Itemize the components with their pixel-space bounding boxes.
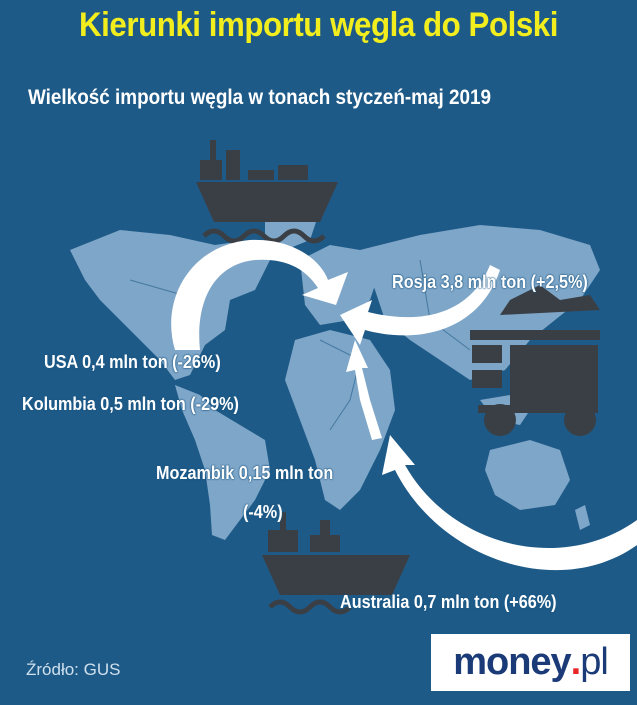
label-kolumbia: Kolumbia 0,5 mln ton (-29%) — [22, 394, 239, 414]
money-pl-logo: money. pl — [431, 634, 630, 691]
page-subtitle: Wielkość importu węgla w tonach styczeń-… — [28, 86, 492, 109]
label-rosja: Rosja 3,8 mln ton (+2,5%) — [392, 272, 588, 292]
logo-dot: . — [570, 641, 582, 683]
logo-tld: pl — [580, 641, 609, 683]
label-australia: Australia 0,7 mln ton (+66%) — [340, 592, 557, 612]
label-usa: USA 0,4 mln ton (-26%) — [44, 352, 221, 372]
logo-brand: money — [453, 641, 571, 683]
source-note: Źródło: GUS — [26, 660, 121, 679]
label-mozambik-change: (-4%) — [243, 502, 283, 522]
page-title: Kierunki importu węgla do Polski — [79, 6, 558, 44]
label-mozambik: Mozambik 0,15 mln ton — [156, 463, 334, 483]
